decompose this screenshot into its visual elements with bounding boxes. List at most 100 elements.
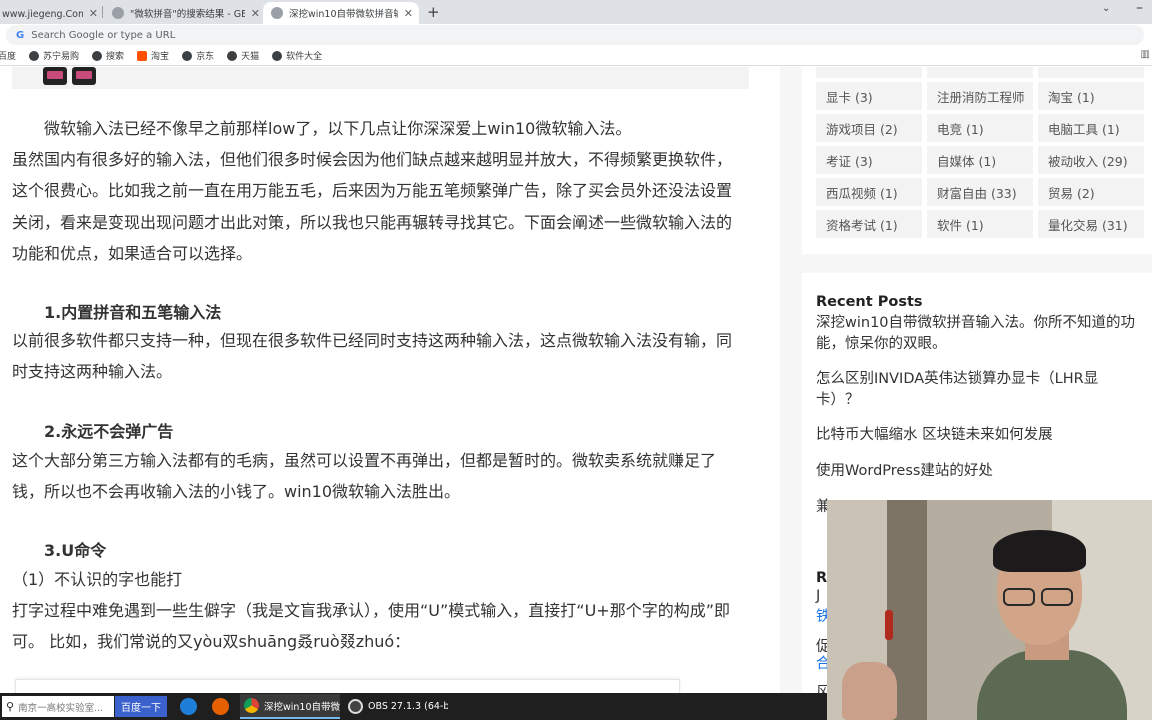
article-content: 微软输入法已经不像早之前那样low了，以下几点让你深深爱上win10微软输入法。… [0,67,780,693]
tab-search-chevron-icon[interactable]: ⌄ [1102,3,1110,14]
glasses-lens [1041,588,1073,606]
taskbar-app-obs[interactable]: OBS 27.1.3 (64-bi... [344,694,448,719]
article-subheading: （1）不认识的字也能打 [12,570,183,589]
tab-separator [102,6,103,18]
close-icon[interactable]: ✕ [251,7,260,20]
globe-icon [112,7,124,19]
firefox-icon[interactable] [212,698,229,715]
article-paragraph: 以前很多软件都只支持一种，但现在很多软件已经同时支持这两种输入法，这点微软输入法… [12,331,733,381]
tag-link[interactable]: 量化交易 (31) [1038,210,1144,238]
bookmark-label: 百度 [0,52,17,62]
article-paragraph: 这个大部分第三方输入法都有的毛病，虽然可以设置不再弹出，但都是暂时的。微软卖系统… [12,451,717,501]
bookmark-software[interactable]: 软件大全 [272,49,322,62]
globe-icon [227,50,238,61]
tag-link[interactable]: 注册消防工程师 [927,82,1033,110]
tag-link[interactable]: 软件 (1) [927,210,1033,238]
minimize-icon[interactable]: – [1136,0,1143,16]
person-hand [842,662,897,720]
recent-post-link[interactable]: 使用WordPress建站的好处 [816,461,1146,482]
close-icon[interactable]: ✕ [89,7,98,20]
recent-posts-title: Recent Posts [816,294,923,310]
bookmark-jd[interactable]: 京东 [182,49,214,62]
edge-icon[interactable] [180,698,197,715]
taskbar-search-value: 南京一高校实验室... [18,702,104,714]
section-heading: 2.永远不会弹广告 [44,422,174,441]
bookmark-search[interactable]: 搜索 [92,49,124,62]
address-input[interactable] [31,29,632,41]
tag-link[interactable]: 财富自由 (33) [927,178,1033,206]
sidebar-section-title: R [816,570,828,586]
taskbar-app-label: 深挖win10自带微... [264,701,340,713]
sidebar-section-separator [802,254,1152,273]
taskbar-search-input[interactable]: ⚲ 南京一高校实验室... [2,696,114,717]
obs-icon [348,699,363,714]
tab-label: "微软拼音"的搜索结果 - GERRY [130,9,245,20]
taskbar-app-chrome[interactable]: 深挖win10自带微... [240,694,340,719]
tag-link[interactable]: 电脑工具 (1) [1038,114,1144,142]
tag-link[interactable]: 游戏项目 (2) [816,114,922,142]
tag-link[interactable]: 西瓜视频 (1) [816,178,922,206]
globe-icon [272,50,283,61]
sidebar-gutter [780,67,802,693]
tag-link[interactable]: 资格考试 (1) [816,210,922,238]
fire-extinguisher [885,610,893,640]
webcam-overlay [827,500,1152,720]
article-intro: 微软输入法已经不像早之前那样low了，以下几点让你深深爱上win10微软输入法。 [44,119,632,138]
section-heading: 1.内置拼音和五笔输入法 [44,303,222,322]
taskbar-app-label: OBS 27.1.3 (64-bi... [368,701,448,712]
browser-tab-bar: www.jiegeng.Com]_桔 ✕ "微软拼音"的搜索结果 - GERRY… [0,0,1152,24]
bookmark-baidu[interactable]: 百度 [0,49,16,62]
new-tab-icon[interactable]: + [427,3,440,21]
tag-link[interactable]: 淘宝 (1) [1038,82,1144,110]
bookmark-label: 软件大全 [286,52,323,62]
bookmark-taobao[interactable]: 淘宝 [137,49,169,62]
tag-partial[interactable] [816,67,922,78]
google-icon: G [16,29,25,41]
bookmark-label: 京东 [196,52,215,62]
glasses-lens [1003,588,1035,606]
bookmark-label: 苏宁易购 [43,52,80,62]
globe-icon [29,50,40,61]
tag-link[interactable]: 贸易 (2) [1038,178,1144,206]
tag-partial[interactable] [927,67,1033,78]
chrome-icon [244,698,259,713]
bookmark-tmall[interactable]: 天猫 [227,49,259,62]
tab-article[interactable]: 深挖win10自带微软拼音输入法。 ✕ [263,2,419,24]
bookmark-label: 淘宝 [151,52,170,62]
recent-post-link[interactable]: 怎么区别INVIDA英伟达锁算办显卡（LHR显卡）？ [816,369,1116,411]
bookmarks-bar: 百度 苏宁易购 搜索 淘宝 京东 天猫 软件大全 ▥ [0,46,1152,66]
tag-partial[interactable] [1038,67,1144,78]
tab-label: 深挖win10自带微软拼音输入法。 [289,9,398,20]
tag-link[interactable]: 显卡 (3) [816,82,922,110]
tag-link[interactable]: 自媒体 (1) [927,146,1033,174]
article-image-frame [15,679,680,693]
person-hair [993,530,1086,572]
tag-link[interactable]: 考证 (3) [816,146,922,174]
globe-icon [92,50,103,61]
bookmarks-more-icon[interactable]: ▥ [1141,49,1150,60]
tab-jiegeng[interactable]: www.jiegeng.Com]_桔 ✕ [0,2,98,24]
recent-post-link[interactable]: 深挖win10自带微软拼音输入法。你所不知道的功能，惊呆你的双眼。 [816,313,1146,355]
sidebar-fragment: J [816,588,821,604]
article-paragraph: 虽然国内有很多好的输入法，但他们很多时候会因为他们缺点越来越明显并放大，不得频繁… [12,150,733,263]
phone-thumbnail [72,67,96,85]
windows-taskbar: ⚲ 南京一高校实验室... 百度一下 深挖win10自带微... OBS 27.… [0,693,827,720]
globe-icon [271,7,283,19]
tab-label: www.jiegeng.Com]_桔 [2,9,83,20]
bookmark-label: 天猫 [241,52,260,62]
globe-icon [182,50,193,61]
tag-link[interactable]: 被动收入 (29) [1038,146,1144,174]
article-paragraph: 打字过程中难免遇到一些生僻字（我是文盲我承认），使用“U”模式输入，直接打“U+… [12,601,730,651]
browser-toolbar: G [0,24,1152,46]
tab-search-results[interactable]: "微软拼音"的搜索结果 - GERRY ✕ [108,2,260,24]
baidu-search-button[interactable]: 百度一下 [115,696,167,717]
close-icon[interactable]: ✕ [404,7,413,20]
section-heading: 3.U命令 [44,541,107,560]
recent-post-link[interactable]: 比特币大幅缩水 区块链未来如何发展 [816,425,1146,446]
bookmark-label: 搜索 [106,52,125,62]
tag-link[interactable]: 电竞 (1) [927,114,1033,142]
taobao-icon [137,50,148,61]
phone-thumbnail [43,67,67,85]
omnibox[interactable]: G [6,25,1144,45]
bookmark-suning[interactable]: 苏宁易购 [29,49,79,62]
